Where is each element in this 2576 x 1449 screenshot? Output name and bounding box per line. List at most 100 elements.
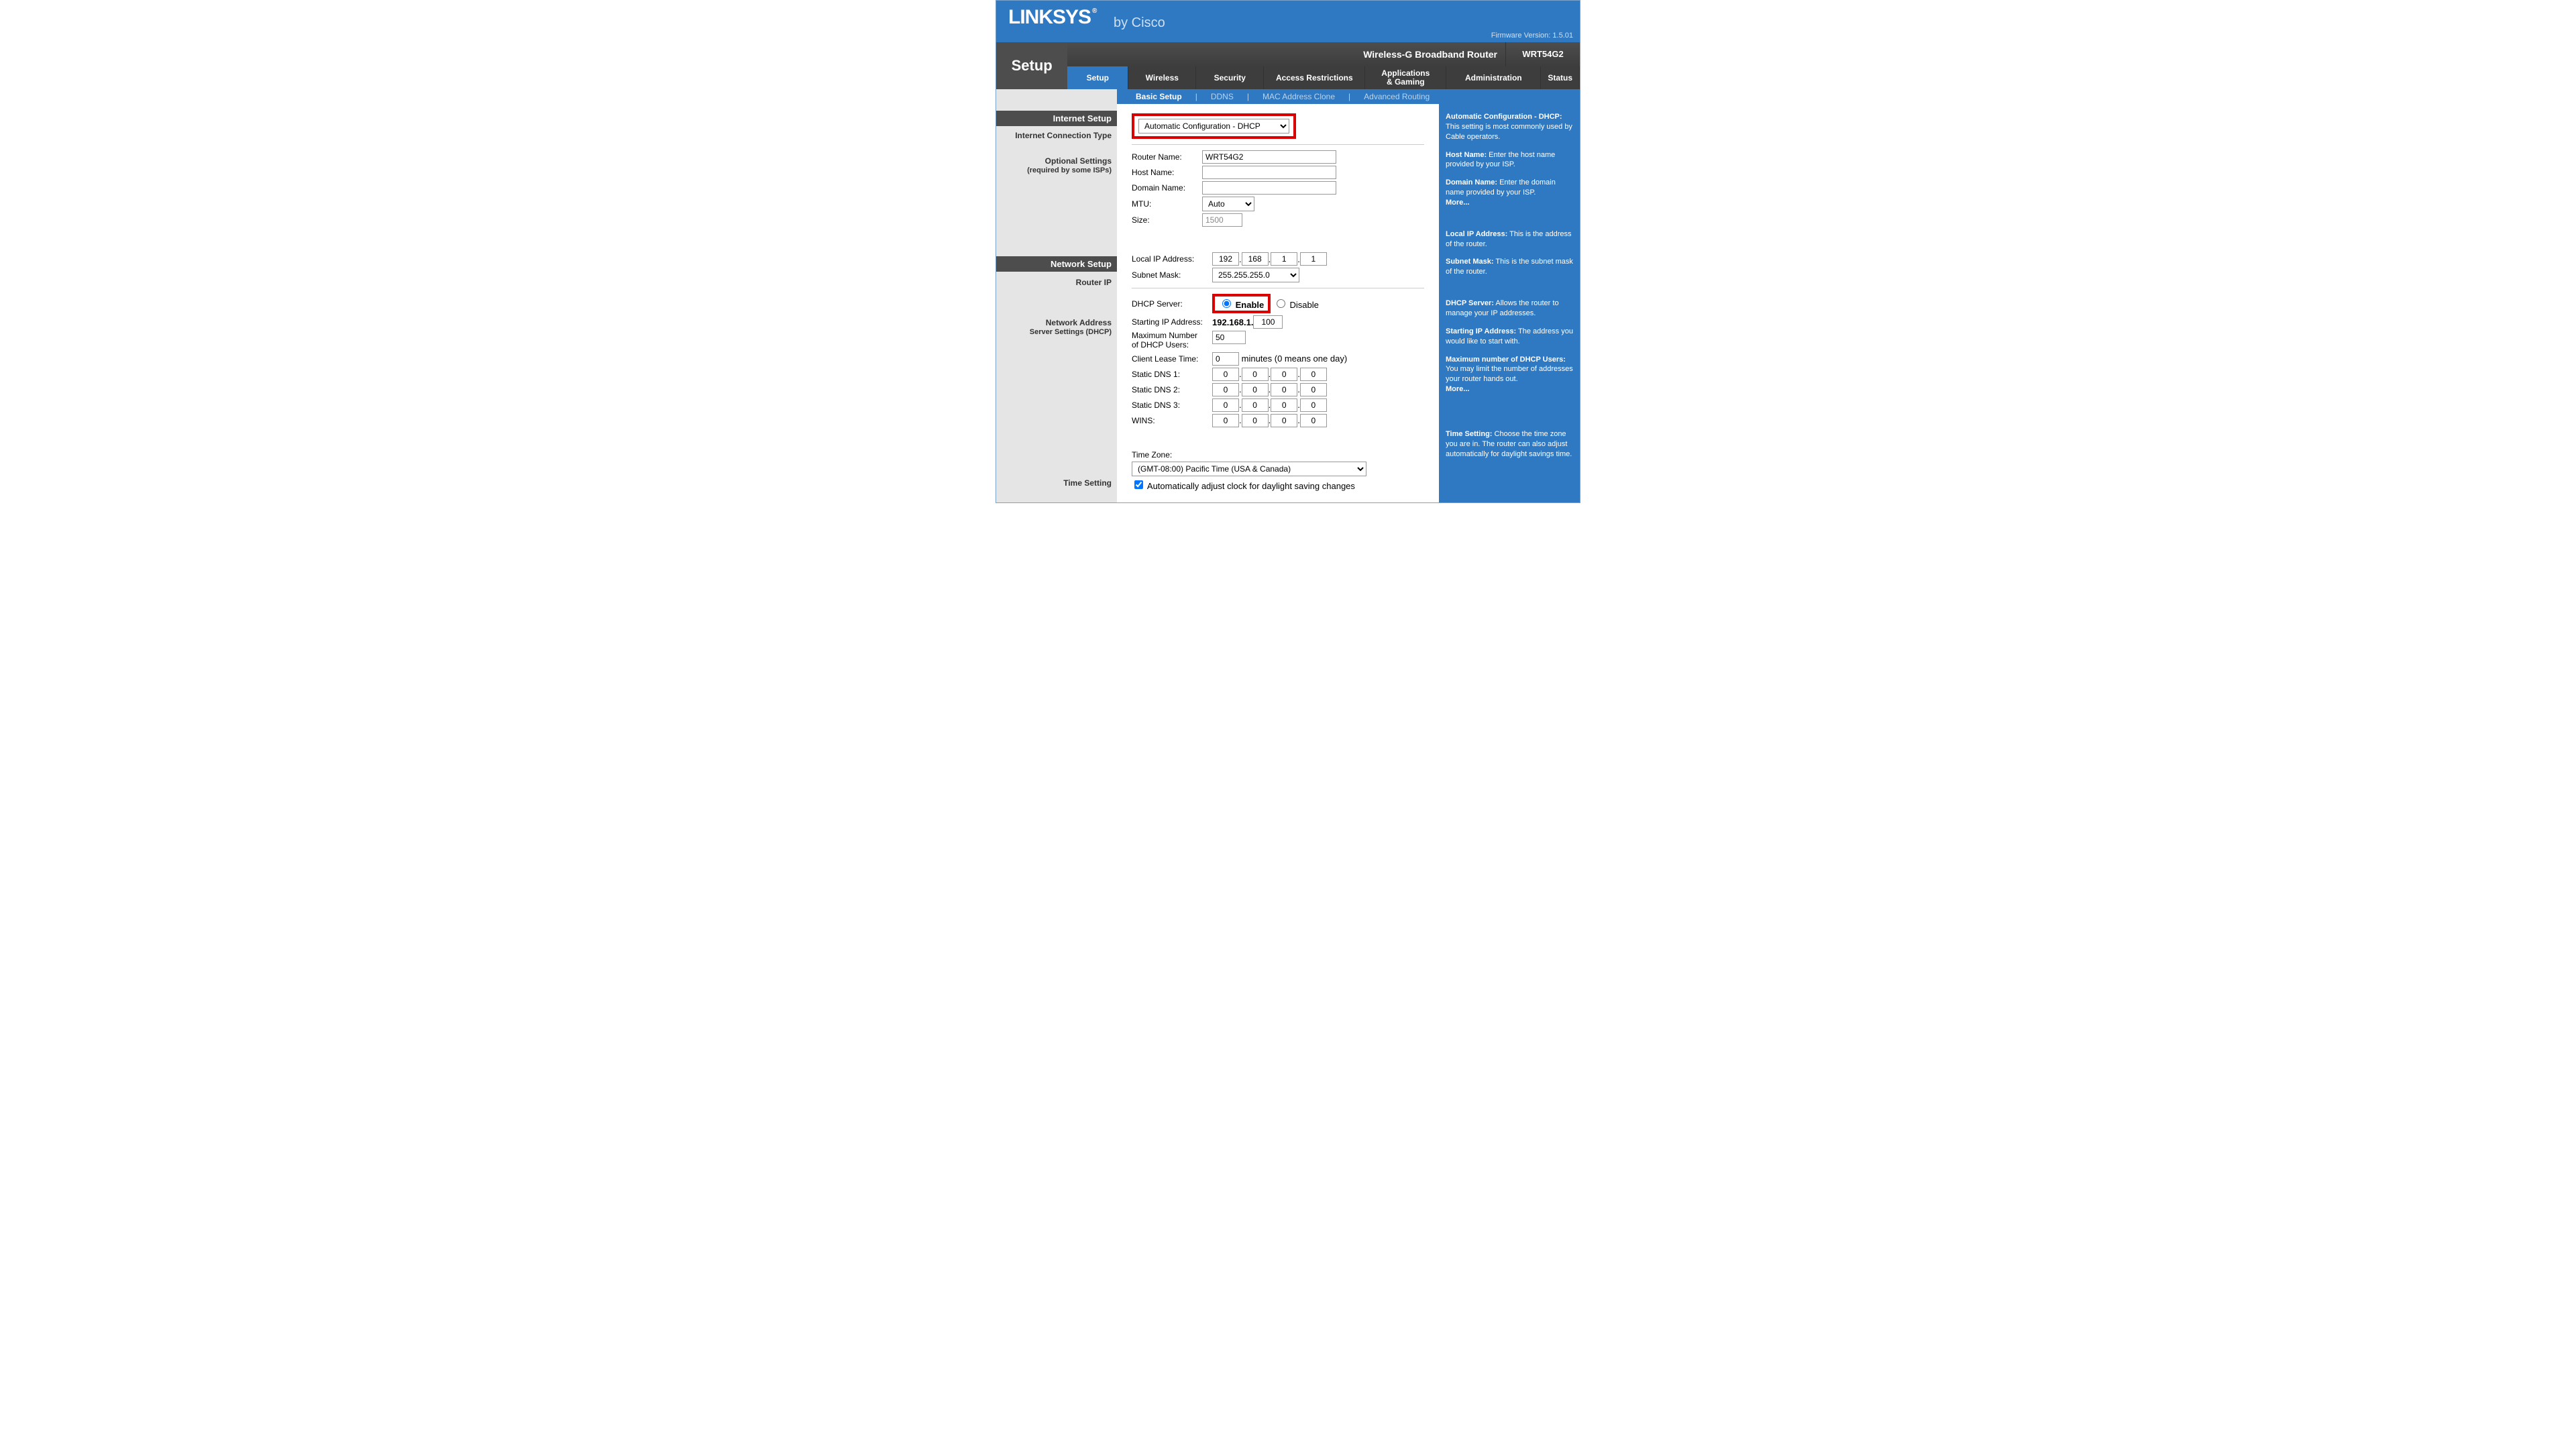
lease-time-input[interactable]: [1212, 352, 1239, 366]
local-ip-octet-1[interactable]: [1212, 252, 1239, 266]
wins-octet-1[interactable]: [1212, 414, 1239, 427]
label-lease-time: Client Lease Time:: [1132, 354, 1212, 364]
help-subnet: Subnet Mask: This is the subnet mask of …: [1446, 257, 1573, 277]
label-router-name: Router Name:: [1132, 152, 1202, 162]
label-time-setting: Time Setting: [996, 476, 1117, 490]
nav-stack: Wireless-G Broadband Router WRT54G2 Setu…: [1067, 42, 1580, 89]
router-name-input[interactable]: [1202, 150, 1336, 164]
help-starting-ip: Starting IP Address: The address you wou…: [1446, 327, 1573, 347]
left-column: Internet Setup Internet Connection Type …: [996, 104, 1117, 502]
router-frame: LINKSYS® by Cisco Firmware Version: 1.5.…: [996, 0, 1580, 503]
local-ip-octet-2[interactable]: [1242, 252, 1269, 266]
dhcp-enable-radio[interactable]: [1222, 299, 1231, 308]
label-dns2: Static DNS 2:: [1132, 385, 1212, 394]
local-ip-octet-4[interactable]: [1300, 252, 1327, 266]
product-model: WRT54G2: [1505, 42, 1580, 66]
dns1-octet-3[interactable]: [1271, 368, 1297, 381]
starting-ip-input[interactable]: [1253, 315, 1283, 329]
section-internet-setup: Internet Setup: [996, 111, 1117, 126]
starting-ip-prefix: 192.168.1.: [1212, 317, 1253, 327]
highlight-connection-type: Automatic Configuration - DHCP: [1132, 113, 1296, 139]
label-subnet: Subnet Mask:: [1132, 270, 1212, 280]
sub-nav: Basic Setup | DDNS | MAC Address Clone |…: [996, 89, 1580, 104]
help-dhcp-server: DHCP Server: Allows the router to manage…: [1446, 299, 1573, 319]
label-optional-settings: Optional Settings (required by some ISPs…: [996, 154, 1117, 177]
size-input: [1202, 213, 1242, 227]
dns1-octet-2[interactable]: [1242, 368, 1269, 381]
label-mtu: MTU:: [1132, 199, 1202, 209]
help-host-name: Host Name: Enter the host name provided …: [1446, 150, 1573, 170]
help-panel: Automatic Configuration - DHCP: This set…: [1439, 104, 1580, 502]
label-domain-name: Domain Name:: [1132, 183, 1202, 193]
help-domain-name: Domain Name: Enter the domain name provi…: [1446, 178, 1573, 208]
mtu-select[interactable]: Auto: [1202, 197, 1254, 211]
firmware-version: Firmware Version: 1.5.01: [1491, 32, 1573, 40]
label-router-ip: Router IP: [996, 276, 1117, 289]
header-bar: LINKSYS® by Cisco Firmware Version: 1.5.…: [996, 1, 1580, 42]
main-tabs: Setup Wireless Security Access Restricti…: [1067, 66, 1580, 89]
label-starting-ip: Starting IP Address:: [1132, 317, 1212, 327]
page-title: Setup: [996, 42, 1067, 89]
highlight-dhcp-enable: Enable: [1212, 294, 1271, 313]
label-dhcp-settings: Network Address Server Settings (DHCP): [996, 316, 1117, 339]
max-users-input[interactable]: [1212, 331, 1246, 344]
label-dns3: Static DNS 3:: [1132, 400, 1212, 410]
wins-octet-2[interactable]: [1242, 414, 1269, 427]
label-size: Size:: [1132, 215, 1202, 225]
dst-checkbox-label[interactable]: Automatically adjust clock for daylight …: [1132, 478, 1355, 491]
label-host-name: Host Name:: [1132, 168, 1202, 177]
body: Internet Setup Internet Connection Type …: [996, 104, 1580, 502]
label-local-ip: Local IP Address:: [1132, 254, 1212, 264]
tab-setup[interactable]: Setup: [1067, 66, 1128, 89]
wins-octet-3[interactable]: [1271, 414, 1297, 427]
wins-octet-4[interactable]: [1300, 414, 1327, 427]
help-time-setting: Time Setting: Choose the time zone you a…: [1446, 429, 1573, 460]
dns2-octet-2[interactable]: [1242, 383, 1269, 396]
label-timezone: Time Zone:: [1132, 450, 1202, 460]
subnav-advanced-routing[interactable]: Advanced Routing: [1364, 92, 1430, 101]
local-ip-octet-3[interactable]: [1271, 252, 1297, 266]
tab-security[interactable]: Security: [1196, 66, 1264, 89]
section-network-setup: Network Setup: [996, 256, 1117, 272]
dhcp-disable-option[interactable]: Disable: [1273, 297, 1319, 310]
help-local-ip: Local IP Address: This is the address of…: [1446, 229, 1573, 250]
brand-logo: LINKSYS®: [1008, 6, 1095, 29]
subnav-mac-clone[interactable]: MAC Address Clone: [1263, 92, 1335, 101]
dns1-octet-1[interactable]: [1212, 368, 1239, 381]
tab-access-restrictions[interactable]: Access Restrictions: [1264, 66, 1365, 89]
by-cisco: by Cisco: [1114, 15, 1165, 31]
tab-wireless[interactable]: Wireless: [1128, 66, 1196, 89]
reg-mark: ®: [1092, 7, 1096, 15]
brand-text: LINKSYS: [1008, 6, 1091, 28]
label-wins: WINS:: [1132, 416, 1212, 425]
tab-administration[interactable]: Administration: [1446, 66, 1541, 89]
tab-apps-gaming[interactable]: Applications & Gaming: [1365, 66, 1446, 89]
dst-checkbox[interactable]: [1134, 480, 1143, 489]
dns2-octet-1[interactable]: [1212, 383, 1239, 396]
dns3-octet-2[interactable]: [1242, 398, 1269, 412]
dns3-octet-1[interactable]: [1212, 398, 1239, 412]
label-connection-type: Internet Connection Type: [996, 129, 1117, 142]
dhcp-disable-radio[interactable]: [1277, 299, 1285, 308]
dns2-octet-4[interactable]: [1300, 383, 1327, 396]
help-more-link-1[interactable]: More...: [1446, 199, 1469, 207]
dhcp-enable-option[interactable]: Enable: [1219, 300, 1264, 310]
subnav-ddns[interactable]: DDNS: [1211, 92, 1234, 101]
dns2-octet-3[interactable]: [1271, 383, 1297, 396]
subnet-mask-select[interactable]: 255.255.255.0: [1212, 268, 1299, 282]
dns1-octet-4[interactable]: [1300, 368, 1327, 381]
dns3-octet-4[interactable]: [1300, 398, 1327, 412]
host-name-input[interactable]: [1202, 166, 1336, 179]
form-column: Automatic Configuration - DHCP Router Na…: [1117, 104, 1439, 502]
label-dhcp-server: DHCP Server:: [1132, 299, 1212, 309]
timezone-select[interactable]: (GMT-08:00) Pacific Time (USA & Canada): [1132, 462, 1366, 476]
sub-nav-links: Basic Setup | DDNS | MAC Address Clone |…: [1117, 89, 1580, 104]
dns3-octet-3[interactable]: [1271, 398, 1297, 412]
title-and-nav: Setup Wireless-G Broadband Router WRT54G…: [996, 42, 1580, 89]
domain-name-input[interactable]: [1202, 181, 1336, 195]
help-more-link-2[interactable]: More...: [1446, 385, 1469, 393]
subnav-basic-setup[interactable]: Basic Setup: [1136, 92, 1182, 101]
tab-status[interactable]: Status: [1541, 66, 1580, 89]
help-max-users: Maximum number of DHCP Users: You may li…: [1446, 355, 1573, 394]
connection-type-select[interactable]: Automatic Configuration - DHCP: [1138, 119, 1289, 133]
